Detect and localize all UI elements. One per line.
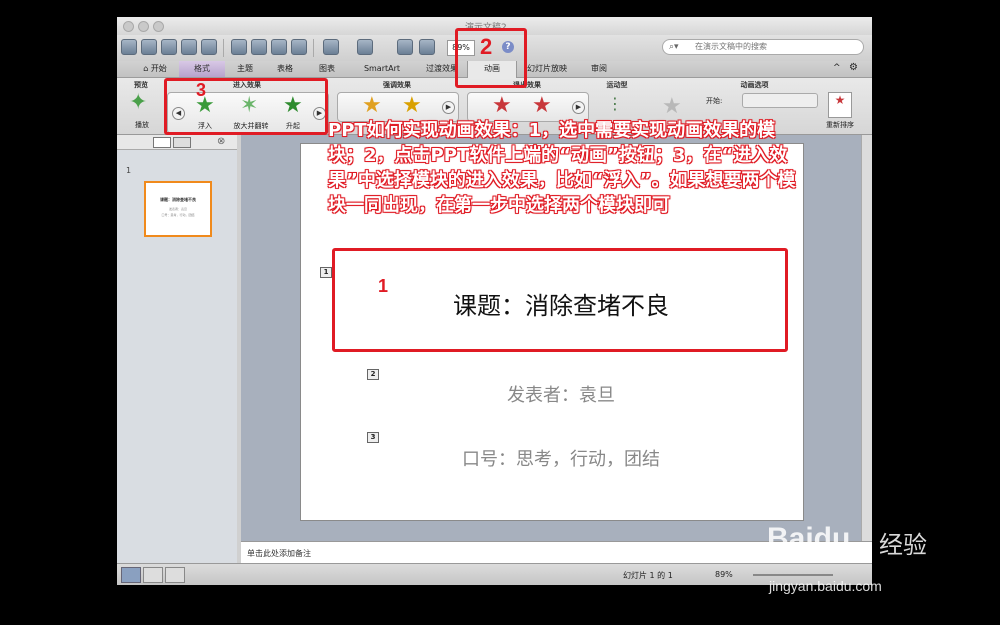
thumb-presenter: 发表者：袁旦 (168, 207, 187, 211)
star-exit-icon[interactable]: ★ (532, 95, 552, 117)
undo-icon[interactable] (323, 39, 339, 55)
outline-view-icon[interactable] (173, 137, 191, 148)
baidu-logo: Baidu (767, 522, 851, 555)
star-emphasis-icon[interactable]: ★ (362, 95, 382, 117)
thumb-title: 课题：消除查堵不良 (160, 197, 196, 202)
motion-path-icon[interactable]: ⋮ (607, 94, 623, 113)
animation-order-tag: 3 (367, 432, 379, 443)
slide-counter: 幻灯片 1 的 1 (623, 571, 673, 580)
status-bar: 幻灯片 1 的 1 89% (117, 563, 872, 585)
tab-themes[interactable]: 主题 (227, 61, 263, 77)
slideshow-view-icon[interactable] (165, 567, 185, 583)
close-window-button[interactable] (123, 21, 134, 32)
search-box[interactable]: ⌕▾ (662, 39, 864, 55)
format-painter-icon[interactable] (291, 39, 307, 55)
slide-slogan[interactable]: 口号：思考，行动，团结 (381, 445, 741, 471)
reorder-button[interactable]: 重新排序 (816, 120, 864, 130)
preview-group-label: 预览 (134, 81, 148, 89)
animation-order-tag: 1 (320, 267, 332, 278)
emphasis-group-label: 强调效果 (383, 81, 411, 89)
slide-thumbnail[interactable]: 课题：消除查堵不良 发表者：袁旦 口号：思考，行动，团结 (144, 181, 212, 237)
reorder-icon[interactable]: ★ (828, 92, 852, 118)
slides-view-icon[interactable] (153, 137, 171, 148)
search-icon: ⌕▾ (669, 42, 679, 52)
minimize-window-button[interactable] (138, 21, 149, 32)
paste-icon[interactable] (271, 39, 287, 55)
preview-group: 预览 ✦ 播放 (121, 80, 161, 132)
collapse-ribbon-icon[interactable]: ^ (833, 63, 841, 73)
exit-next-button[interactable]: ▶ (572, 101, 585, 114)
start-select[interactable] (742, 93, 818, 108)
media-icon[interactable] (419, 39, 435, 55)
star-exit-icon[interactable]: ★ (492, 95, 512, 117)
thumb-slogan: 口号：思考，行动，团结 (161, 213, 195, 217)
tab-charts[interactable]: 图表 (309, 61, 345, 77)
tab-home[interactable]: ⌂ 开始 (133, 61, 177, 77)
vertical-scrollbar[interactable] (861, 135, 872, 541)
status-zoom: 89% (715, 570, 733, 579)
notes-placeholder: 单击此处添加备注 (247, 549, 311, 558)
gear-icon[interactable]: ⚙ (849, 62, 858, 73)
open-icon[interactable] (161, 39, 177, 55)
annotation-number-1: 1 (378, 276, 389, 296)
play-icon: ✦ (129, 90, 148, 115)
instruction-note: PPT如何实现动画效果：1，选中需要实现动画效果的模块；2，点击PPT软件上端的… (328, 120, 796, 216)
thumbnail-pane: ⊗ 1 课题：消除查堵不良 发表者：袁旦 口号：思考，行动，团结 (117, 135, 238, 563)
star-emphasis-icon[interactable]: ★ (402, 95, 422, 117)
slide-presenter[interactable]: 发表者：袁旦 (401, 381, 721, 407)
tab-review[interactable]: 审阅 (579, 61, 619, 77)
animation-order-tag: 2 (367, 369, 379, 380)
close-icon[interactable]: ⊗ (217, 136, 225, 147)
copy-icon[interactable] (251, 39, 267, 55)
gallery-icon[interactable] (141, 39, 157, 55)
sorter-view-icon[interactable] (143, 567, 163, 583)
normal-view-icon[interactable] (121, 567, 141, 583)
cut-icon[interactable] (231, 39, 247, 55)
zoom-window-button[interactable] (153, 21, 164, 32)
play-button[interactable]: ✦ 播放 (127, 92, 157, 130)
tab-tables[interactable]: 表格 (267, 61, 303, 77)
motion-group-label: 运动型 (606, 81, 628, 89)
redo-icon[interactable] (357, 39, 373, 55)
jingyan-text: 经验 (879, 531, 927, 559)
watermark-url: jingyan.baidu.com (769, 578, 882, 594)
new-icon[interactable] (121, 39, 137, 55)
thumbnail-number: 1 (126, 166, 132, 175)
sidebar-icon[interactable] (397, 39, 413, 55)
annotation-number-3: 3 (196, 80, 207, 100)
annotation-box-entrance-effects (164, 78, 328, 135)
annotation-number-2: 2 (480, 34, 493, 59)
emphasis-next-button[interactable]: ▶ (442, 101, 455, 114)
tab-format[interactable]: 格式 (179, 61, 225, 77)
save-icon[interactable] (181, 39, 197, 55)
print-icon[interactable] (201, 39, 217, 55)
toolbar-divider (313, 39, 314, 57)
start-label: 开始: (706, 97, 723, 105)
options-group-label: 动画选项 (740, 81, 769, 89)
annotation-box-title (332, 248, 788, 352)
effect-options-icon[interactable]: ★ (662, 96, 682, 118)
zoom-slider[interactable] (753, 574, 833, 576)
search-input[interactable] (693, 41, 857, 52)
toolbar-divider (223, 39, 224, 57)
pane-header: ⊗ (117, 135, 237, 150)
home-icon: ⌂ (143, 64, 151, 73)
tab-smartart[interactable]: SmartArt (351, 61, 413, 77)
